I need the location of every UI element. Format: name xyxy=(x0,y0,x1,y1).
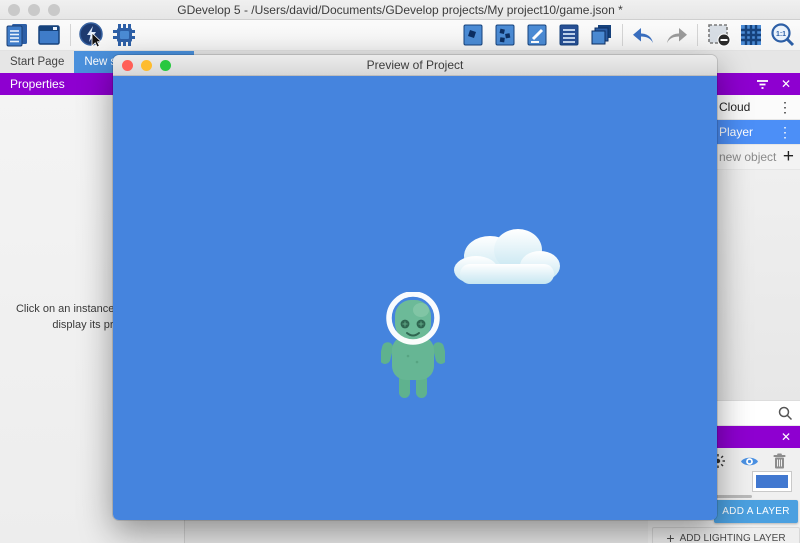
objects-panel-body xyxy=(716,170,800,400)
cloud-sprite xyxy=(452,226,562,292)
add-object-row[interactable]: new object + xyxy=(716,145,800,170)
player-sprite xyxy=(381,292,445,402)
delete-layer-trash-icon[interactable] xyxy=(773,453,786,469)
undo-icon[interactable] xyxy=(630,21,658,49)
grid-icon[interactable] xyxy=(737,21,765,49)
preview-close-button[interactable] xyxy=(122,60,133,71)
window-title: GDevelop 5 - /Users/david/Documents/GDev… xyxy=(177,3,623,17)
layer-name-selection xyxy=(756,475,788,488)
window-traffic-lights xyxy=(8,4,60,16)
add-lighting-layer-button[interactable]: + ADD LIGHTING LAYER xyxy=(652,527,800,543)
mask-icon[interactable] xyxy=(705,21,733,49)
project-manager-icon[interactable] xyxy=(3,21,31,49)
plus-icon: + xyxy=(666,530,674,543)
layer-name-field[interactable] xyxy=(752,471,792,492)
launch-preview-icon[interactable] xyxy=(78,21,106,49)
add-layer-button[interactable]: ADD A LAYER xyxy=(714,500,798,523)
zoom-1-1-icon[interactable]: 1:1 xyxy=(769,21,797,49)
preview-titlebar[interactable]: Preview of Project xyxy=(113,55,717,76)
scene-editor-icon[interactable] xyxy=(35,21,63,49)
properties-pencil-icon[interactable] xyxy=(523,21,551,49)
maximize-window-button[interactable] xyxy=(48,4,60,16)
main-toolbar: 1:1 xyxy=(0,20,800,51)
preview-window[interactable]: Preview of Project xyxy=(113,55,717,520)
preview-window-title: Preview of Project xyxy=(367,58,464,72)
add-object-label: new object xyxy=(719,150,783,164)
instances-list-icon[interactable] xyxy=(555,21,583,49)
toolbar-separator xyxy=(697,24,698,46)
objects-panel-header: ✕ xyxy=(716,73,800,95)
objects-search-bar[interactable] xyxy=(716,400,800,425)
object-row-player[interactable]: Player ⋮ xyxy=(716,120,800,145)
objects-editor-icon[interactable] xyxy=(459,21,487,49)
macos-titlebar: GDevelop 5 - /Users/david/Documents/GDev… xyxy=(0,0,800,20)
search-icon xyxy=(778,406,793,421)
object-groups-icon[interactable] xyxy=(491,21,519,49)
properties-panel-title: Properties xyxy=(10,77,65,91)
minimize-window-button[interactable] xyxy=(28,4,40,16)
object-name: Cloud xyxy=(719,100,776,114)
preview-maximize-button[interactable] xyxy=(160,60,171,71)
object-menu-icon[interactable]: ⋮ xyxy=(776,125,794,139)
svg-text:1:1: 1:1 xyxy=(776,31,786,38)
close-objects-panel-icon[interactable]: ✕ xyxy=(781,77,791,91)
close-layers-panel-icon[interactable]: ✕ xyxy=(781,430,791,444)
object-name: Player xyxy=(719,125,776,139)
debugger-icon[interactable] xyxy=(110,21,138,49)
filter-icon[interactable] xyxy=(756,79,769,90)
toolbar-separator xyxy=(622,24,623,46)
add-lighting-layer-label: ADD LIGHTING LAYER xyxy=(680,533,786,543)
tab-start-page[interactable]: Start Page xyxy=(0,51,74,73)
preview-minimize-button[interactable] xyxy=(141,60,152,71)
game-preview-area[interactable] xyxy=(113,76,717,520)
objects-panel: ✕ Cloud ⋮ Player ⋮ new object + xyxy=(716,73,800,425)
object-menu-icon[interactable]: ⋮ xyxy=(776,100,794,114)
redo-icon[interactable] xyxy=(662,21,690,49)
add-object-icon[interactable]: + xyxy=(783,146,794,168)
horizontal-scrollbar[interactable] xyxy=(714,495,752,498)
preview-traffic-lights xyxy=(122,60,171,71)
object-row-cloud[interactable]: Cloud ⋮ xyxy=(716,95,800,120)
layers-editor-icon[interactable] xyxy=(587,21,615,49)
close-window-button[interactable] xyxy=(8,4,20,16)
layer-visibility-eye-icon[interactable] xyxy=(740,455,759,468)
gdevelop-app: GDevelop 5 - /Users/david/Documents/GDev… xyxy=(0,0,800,543)
toolbar-separator xyxy=(70,24,71,46)
